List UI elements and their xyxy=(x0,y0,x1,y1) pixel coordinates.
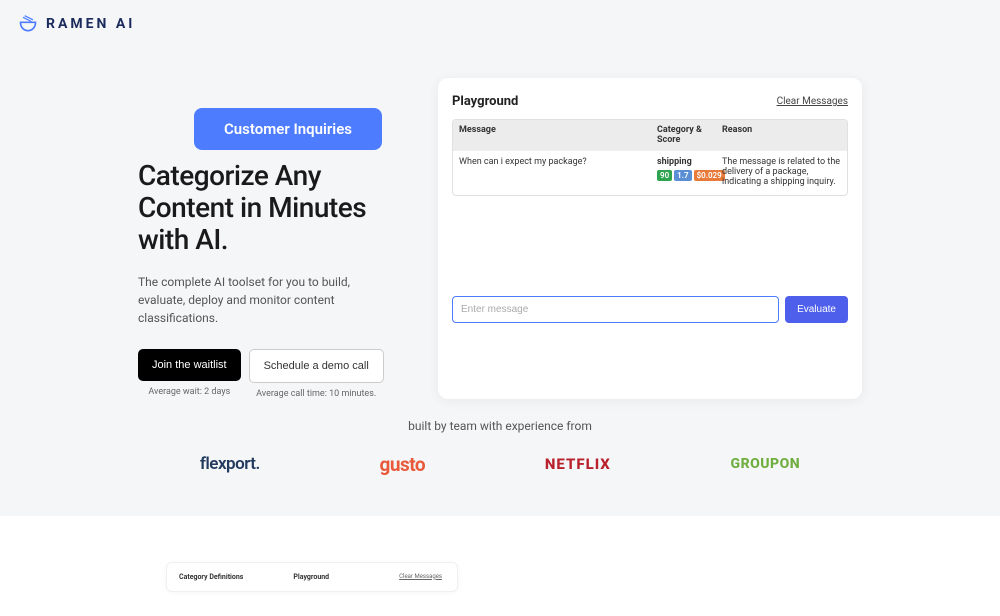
playground-title: Playground xyxy=(452,94,518,109)
playground-input-row: Evaluate xyxy=(452,296,848,323)
cta-row: Join the waitlist Average wait: 2 days S… xyxy=(138,349,390,399)
netflix-logo: NETFLIX xyxy=(545,455,611,473)
message-input[interactable] xyxy=(452,296,779,323)
ramen-icon xyxy=(18,14,38,34)
clear-messages-link[interactable]: Clear Messages xyxy=(777,96,848,107)
cta-col-secondary: Schedule a demo call Average call time: … xyxy=(249,349,384,399)
gusto-logo: gusto xyxy=(380,453,426,476)
th-reason: Reason xyxy=(716,120,847,150)
evaluate-button[interactable]: Evaluate xyxy=(785,296,848,323)
table-row: When can i expect my package? shipping 9… xyxy=(453,150,847,195)
row-message: When can i expect my package? xyxy=(453,151,651,195)
demo-caption: Average call time: 10 minutes. xyxy=(256,389,376,399)
groupon-logo: GROUPON xyxy=(731,456,801,472)
cta-col-primary: Join the waitlist Average wait: 2 days xyxy=(138,349,241,399)
category-badge: Customer Inquiries xyxy=(194,108,382,150)
hero-section: Customer Inquiries Categorize Any Conten… xyxy=(0,48,1000,399)
th-category: Category & Score xyxy=(651,120,716,150)
mini-card: Category Definitions Playground Clear Me… xyxy=(166,562,458,592)
hero-left: Customer Inquiries Categorize Any Conten… xyxy=(0,78,390,399)
built-by-text: built by team with experience from xyxy=(0,419,1000,433)
mini-mid-label: Playground xyxy=(293,573,329,581)
row-reason: The message is related to the delivery o… xyxy=(716,151,847,195)
company-logos: flexport. gusto NETFLIX GROUPON xyxy=(0,433,1000,516)
playground-card: Playground Clear Messages Message Catego… xyxy=(438,78,862,399)
flexport-logo: flexport. xyxy=(200,454,260,474)
headline: Categorize Any Content in Minutes with A… xyxy=(138,160,390,257)
mini-left-label: Category Definitions xyxy=(179,573,243,581)
playground-table: Message Category & Score Reason When can… xyxy=(452,119,848,196)
score-badges: 90 1.7 $0.029 xyxy=(657,170,710,181)
schedule-demo-button[interactable]: Schedule a demo call xyxy=(249,349,384,383)
logo-text: RAMEN AI xyxy=(46,16,135,32)
mini-right: Playground Clear Messages xyxy=(293,573,442,581)
logo-bar: RAMEN AI xyxy=(0,0,1000,48)
table-header: Message Category & Score Reason xyxy=(453,120,847,150)
subtext: The complete AI toolset for you to build… xyxy=(138,273,390,327)
waitlist-caption: Average wait: 2 days xyxy=(148,387,230,397)
category-label: shipping xyxy=(657,157,710,167)
score-blue: 1.7 xyxy=(674,170,691,181)
score-green: 90 xyxy=(657,170,672,181)
th-message: Message xyxy=(453,120,651,150)
mini-clear[interactable]: Clear Messages xyxy=(399,573,442,580)
join-waitlist-button[interactable]: Join the waitlist xyxy=(138,349,241,381)
section-2: Category Definitions Playground Clear Me… xyxy=(0,516,1000,616)
playground-header: Playground Clear Messages xyxy=(452,94,848,109)
row-category: shipping 90 1.7 $0.029 xyxy=(651,151,716,195)
